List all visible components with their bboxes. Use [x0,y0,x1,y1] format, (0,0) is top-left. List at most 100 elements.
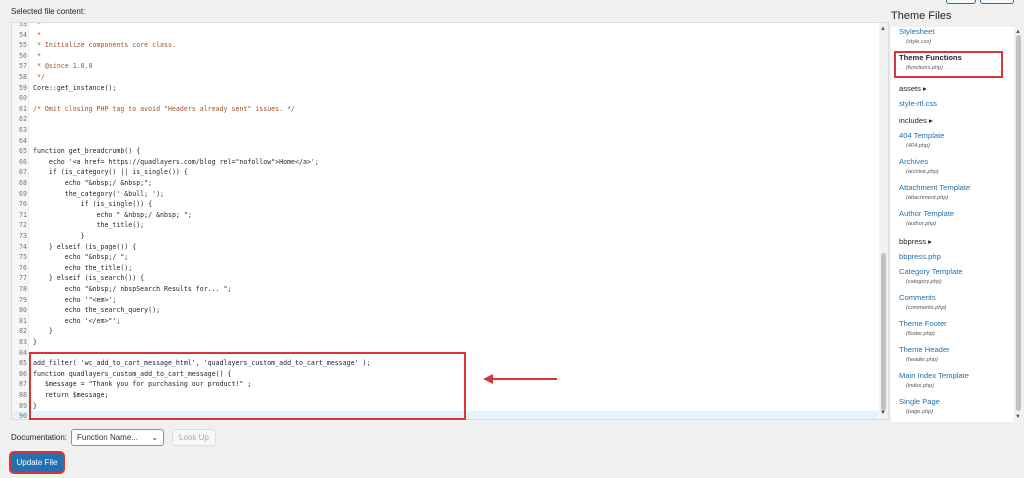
top-select-button-edge[interactable] [980,0,1014,4]
code-text[interactable]: echo the_search_query(); [33,305,160,316]
code-line[interactable]: 63 [12,125,878,136]
code-line[interactable]: 55 * Initialize components core class. [12,40,878,51]
code-text[interactable]: echo "&nbsp;/ "; [33,252,129,263]
code-text[interactable]: echo "&nbsp;/ &nbsp;"; [33,178,152,189]
theme-file-item[interactable]: Main Index Template (index.php) [899,371,1007,391]
code-line[interactable]: 69 the_category(' &bull; '); [12,189,878,200]
theme-file-item[interactable]: Theme Header (header.php) [899,345,1007,365]
code-line[interactable]: 79 echo '"<em>'; [12,295,878,306]
code-line[interactable]: 75 echo "&nbsp;/ "; [12,252,878,263]
editor-scrollbar[interactable]: ▲ ▼ [879,22,889,420]
code-line[interactable]: 78 echo "&nbsp;/ nbspSearch Results for.… [12,284,878,295]
code-line[interactable]: 54 * [12,30,878,41]
theme-file-name[interactable]: Theme Footer [899,319,1007,329]
code-line[interactable]: 61 /* Omit closing PHP tag to avoid "Head… [12,104,878,115]
code-line[interactable]: 62 [12,114,878,125]
theme-file-name[interactable]: Stylesheet [899,27,1007,37]
code-text[interactable]: if (is_single()) { [33,199,152,210]
code-line[interactable]: 74 } elseif (is_page()) { [12,242,878,253]
code-line[interactable]: 71 echo " &nbsp;/ &nbsp; "; [12,210,878,221]
function-name-select[interactable]: Function Name... ⌄ [71,428,165,446]
theme-file-item[interactable]: Theme Footer (footer.php) [899,319,1007,339]
code-line[interactable]: 81 echo '</em>"'; [12,316,878,327]
code-line[interactable]: 66 echo '<a href= https://quadlayers.com… [12,157,878,168]
code-line[interactable]: 82 } [12,326,878,337]
code-text[interactable]: } [33,337,37,348]
code-line[interactable]: 68 echo "&nbsp;/ &nbsp;"; [12,178,878,189]
code-line[interactable]: 56 * [12,51,878,62]
code-text[interactable]: Core::get_instance(); [33,83,116,94]
code-text[interactable]: */ [33,72,45,83]
code-line[interactable]: 57 * @since 1.0.0 [12,61,878,72]
code-line[interactable]: 72 the_title(); [12,220,878,231]
code-text[interactable]: /* Omit closing PHP tag to avoid "Header… [33,104,295,115]
code-line[interactable]: 76 echo the_title(); [12,263,878,274]
theme-file-name[interactable]: bbpress.php [899,252,1007,262]
scroll-down-icon[interactable]: ▼ [880,409,886,417]
code-text[interactable]: } elseif (is_page()) { [33,242,136,253]
theme-folder-item[interactable]: includes ▸ [899,116,1007,126]
theme-file-name[interactable]: includes ▸ [899,116,1007,126]
theme-file-name[interactable]: Single Page [899,397,1007,407]
theme-file-item[interactable]: 404 Template (404.php) [899,131,1007,151]
update-file-button[interactable]: Update File [11,453,63,472]
theme-file-name[interactable]: bbpress ▸ [899,237,1007,247]
code-text[interactable]: echo '"<em>'; [33,295,117,306]
code-text[interactable]: } [33,326,53,337]
code-text[interactable]: function get_breadcrumb() { [33,146,140,157]
files-scroll-down-icon[interactable]: ▼ [1015,413,1021,421]
theme-file-name[interactable]: 404 Template [899,131,1007,141]
code-text[interactable]: * @since 1.0.0 [33,61,93,72]
code-line[interactable]: 80 echo the_search_query(); [12,305,878,316]
theme-file-name[interactable]: Theme Header [899,345,1007,355]
theme-file-name[interactable]: Archives [899,157,1007,167]
theme-file-name[interactable]: Main Index Template [899,371,1007,381]
code-text[interactable]: if (is_category() || is_single()) { [33,167,188,178]
code-line[interactable]: 70 if (is_single()) { [12,199,878,210]
theme-folder-item[interactable]: assets ▸ [899,84,1007,94]
theme-file-name[interactable]: Category Template [899,267,1007,277]
code-text[interactable]: * [33,51,41,62]
code-text[interactable]: the_category(' &bull; '); [33,189,164,200]
theme-file-name[interactable]: Comments [899,293,1007,303]
theme-file-name[interactable]: assets ▸ [899,84,1007,94]
code-line[interactable]: 53 * [12,23,878,30]
code-line[interactable]: 64 [12,136,878,147]
theme-file-item[interactable]: Attachment Template (attachment.php) [899,183,1007,203]
files-scrollbar-thumb[interactable] [1016,35,1021,411]
code-text[interactable]: * [33,30,41,41]
editor-scrollbar-thumb[interactable] [881,253,886,411]
scroll-up-icon[interactable]: ▲ [880,25,886,33]
code-text[interactable]: echo '</em>"'; [33,316,121,327]
look-up-button[interactable]: Look Up [172,428,216,446]
code-line[interactable]: 83} [12,337,878,348]
code-text[interactable]: * [33,23,45,30]
theme-file-item[interactable]: Stylesheet (style.css) [899,27,1007,47]
code-line[interactable]: 73 } [12,231,878,242]
code-text[interactable]: the_title(); [33,220,145,231]
theme-folder-item[interactable]: bbpress ▸ [899,237,1007,247]
code-line[interactable]: 67 if (is_category() || is_single()) { [12,167,878,178]
theme-file-item[interactable]: Single Page (page.php) [899,397,1007,417]
code-text[interactable]: echo the_title(); [33,263,133,274]
theme-file-name[interactable]: Attachment Template [899,183,1007,193]
code-line[interactable]: 58 */ [12,72,878,83]
top-dropdown-edge[interactable] [946,0,976,4]
theme-file-name[interactable]: Author Template [899,209,1007,219]
theme-file-item[interactable]: Comments (comments.php) [899,293,1007,313]
theme-file-item[interactable]: Archives (archive.php) [899,157,1007,177]
theme-file-item[interactable]: style-rtl.css [899,99,1007,109]
code-line[interactable]: 65 function get_breadcrumb() { [12,146,878,157]
code-text[interactable]: echo '<a href= https://quadlayers.com/bl… [33,157,319,168]
code-text[interactable]: } elseif (is_search()) { [33,273,144,284]
code-text[interactable]: } [33,231,85,242]
code-text[interactable]: echo " &nbsp;/ &nbsp; "; [33,210,192,221]
code-text[interactable]: echo "&nbsp;/ nbspSearch Results for... … [33,284,232,295]
theme-file-item[interactable]: Category Template (category.php) [899,267,1007,287]
code-line[interactable]: 60 [12,93,878,104]
code-line[interactable]: 59 Core::get_instance(); [12,83,878,94]
theme-file-item[interactable]: Author Template (author.php) [899,209,1007,229]
files-scrollbar[interactable]: ▲ ▼ [1014,27,1023,422]
theme-file-item[interactable]: bbpress.php [899,252,1007,262]
theme-file-name[interactable]: style-rtl.css [899,99,1007,109]
